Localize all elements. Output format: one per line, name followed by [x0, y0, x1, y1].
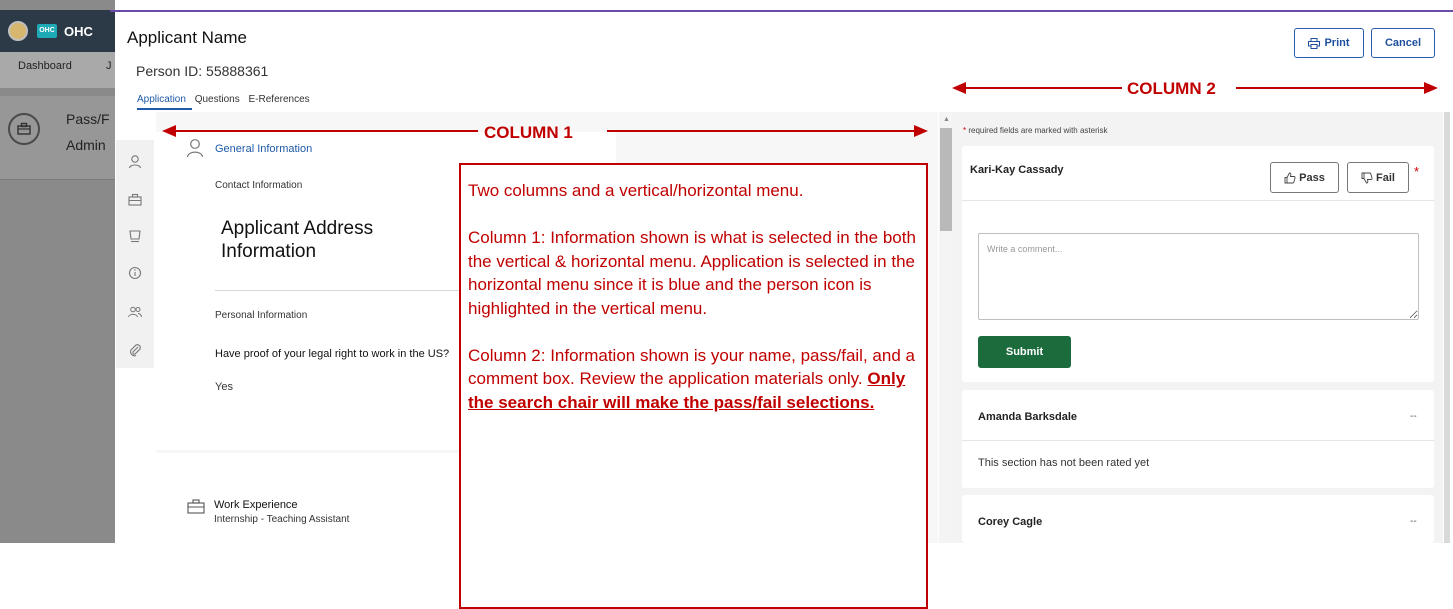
right-scrollbar[interactable] — [1444, 112, 1450, 543]
not-rated-message: This section has not been rated yet — [978, 457, 1150, 469]
org-seal-icon — [8, 21, 28, 41]
background-card-title: Pass/F — [66, 111, 110, 127]
vertical-menu — [116, 140, 154, 368]
work-experience-subtitle: Internship - Teaching Assistant — [214, 514, 350, 525]
thumbs-up-icon — [1284, 172, 1296, 183]
reviewer-card — [962, 390, 1434, 488]
contact-information-heading: Contact Information — [215, 180, 303, 191]
section-title: General Information — [215, 143, 313, 155]
callout-paragraph: Column 1: Information shown is what is s… — [468, 228, 916, 318]
app-name: OHC — [64, 24, 93, 39]
required-fields-note: * required fields are marked with asteri… — [963, 126, 1108, 135]
nav-jobs[interactable]: J — [106, 60, 112, 72]
required-asterisk: * — [1414, 164, 1420, 179]
print-button[interactable]: Print — [1294, 28, 1364, 58]
active-tab-indicator — [137, 108, 192, 110]
people-icon[interactable] — [127, 304, 143, 320]
scroll-up-arrow-icon[interactable]: ▲ — [943, 116, 950, 123]
divider — [962, 200, 1434, 201]
top-rule — [110, 10, 1453, 12]
applicant-address: Applicant Address Information — [221, 218, 374, 262]
briefcase-icon — [187, 499, 205, 514]
annotation-callout: Two columns and a vertical/horizontal me… — [459, 163, 928, 609]
fail-button[interactable]: Fail — [1347, 162, 1409, 193]
legal-right-answer: Yes — [215, 381, 233, 393]
tab-e-references[interactable]: E-References — [249, 94, 310, 105]
certificate-icon[interactable] — [127, 228, 143, 244]
submit-button[interactable]: Submit — [978, 336, 1071, 368]
column1-label: COLUMN 1 — [484, 123, 573, 142]
info-icon[interactable] — [127, 265, 143, 281]
divider — [962, 440, 1434, 441]
pass-label: Pass — [1299, 171, 1325, 184]
print-label: Print — [1324, 37, 1350, 49]
person-id: Person ID: 55888361 — [136, 63, 269, 79]
tab-application[interactable]: Application — [137, 94, 186, 105]
callout-paragraph: Column 2: Information shown is your name… — [468, 345, 915, 412]
personal-information-heading: Personal Information — [215, 310, 308, 321]
attachment-icon[interactable] — [127, 342, 143, 358]
person-icon — [186, 139, 204, 158]
reviewer-name: Amanda Barksdale — [978, 411, 1078, 423]
comment-input[interactable] — [978, 233, 1419, 320]
fail-label: Fail — [1376, 171, 1395, 184]
work-experience-title: Work Experience — [214, 499, 298, 511]
reviewer-name: Kari-Kay Cassady — [970, 164, 1064, 176]
rating-status: -- — [1410, 411, 1417, 422]
printer-icon — [1308, 37, 1321, 49]
horizontal-menu: Application Questions E-References — [137, 94, 316, 105]
scrollbar-thumb[interactable] — [940, 128, 952, 231]
legal-right-question: Have proof of your legal right to work i… — [215, 348, 450, 360]
briefcase-icon — [8, 113, 40, 145]
cancel-label: Cancel — [1384, 37, 1422, 49]
column2-label: COLUMN 2 — [1127, 79, 1216, 98]
briefcase-icon[interactable] — [127, 192, 143, 208]
reviewer-name: Corey Cagle — [978, 516, 1043, 528]
cancel-button[interactable]: Cancel — [1371, 28, 1435, 58]
person-icon[interactable] — [127, 154, 143, 170]
divider — [215, 290, 460, 291]
background-card-subtitle: Admin — [66, 137, 106, 153]
callout-paragraph: Two columns and a vertical/horizontal me… — [468, 181, 804, 200]
tab-questions[interactable]: Questions — [195, 94, 240, 105]
thumbs-down-icon — [1361, 172, 1373, 183]
applicant-name: Applicant Name — [127, 28, 248, 47]
ohc-badge: OHC — [37, 24, 57, 38]
nav-dashboard[interactable]: Dashboard — [18, 60, 72, 72]
pass-button[interactable]: Pass — [1270, 162, 1339, 193]
rating-status: -- — [1410, 516, 1417, 527]
